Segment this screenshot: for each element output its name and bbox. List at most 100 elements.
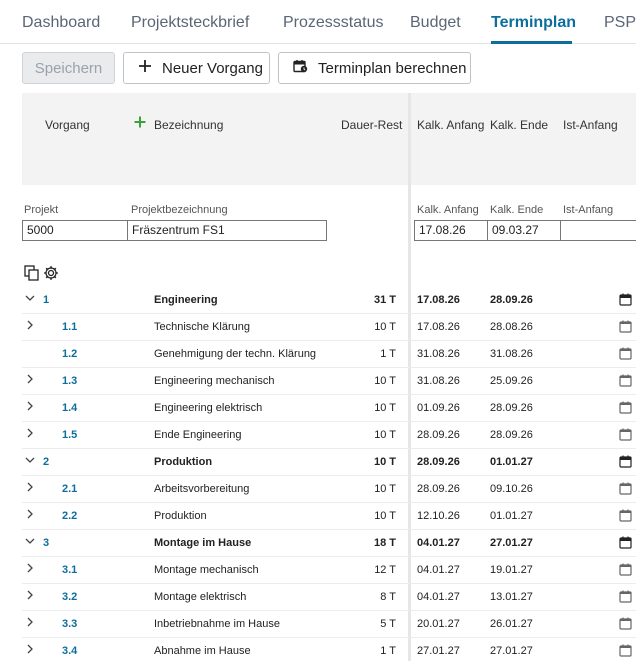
col-header-vorgang[interactable]: Vorgang (45, 118, 90, 132)
calculate-schedule-button[interactable]: Terminplan berechnen (278, 52, 471, 84)
project-ist-anfang-label: Ist-Anfang (563, 204, 614, 216)
chevron-down-icon[interactable] (25, 536, 35, 546)
col-header-kalk-ende[interactable]: Kalk. Ende (490, 118, 548, 132)
table-row[interactable]: 2.1 Arbeitsvorbereitung 10 T 28.09.26 09.10.… (22, 476, 636, 503)
col-header-ist-anfang[interactable]: Ist-Anfang (563, 118, 618, 132)
tab-terminplan[interactable]: Terminplan (491, 14, 576, 32)
row-number[interactable]: 1.5 (62, 429, 77, 441)
chevron-right-icon[interactable] (25, 428, 35, 438)
table-row[interactable]: 1.2 Genehmigung der techn. Klärung 1 T 31.0… (22, 341, 636, 368)
row-number[interactable]: 1.1 (62, 321, 77, 333)
calendar-icon[interactable] (619, 536, 633, 550)
row-kalk-ende: 28.09.26 (490, 429, 533, 441)
col-header-dauer-rest[interactable]: Dauer-Rest (341, 118, 402, 132)
chevron-down-icon[interactable] (25, 293, 35, 303)
row-number[interactable]: 3.4 (62, 645, 77, 657)
chevron-right-icon[interactable] (25, 374, 35, 384)
table-row[interactable]: 3.2 Montage elektrisch 8 T 04.01.27 13.01.27 (22, 584, 636, 611)
chevron-right-icon[interactable] (25, 482, 35, 492)
calendar-icon[interactable] (619, 455, 633, 469)
row-number[interactable]: 3.1 (62, 564, 77, 576)
table-row[interactable]: 1.3 Engineering mechanisch 10 T 31.08.26 25.… (22, 368, 636, 395)
copy-icon[interactable] (24, 265, 40, 286)
calendar-icon[interactable] (619, 644, 633, 658)
add-row-icon[interactable] (134, 116, 146, 131)
calendar-icon[interactable] (619, 428, 633, 442)
table-row[interactable]: 1 Engineering 31 T 17.08.26 28.09.26 (22, 287, 636, 314)
row-duration: 10 T (374, 510, 396, 522)
chevron-right-icon[interactable] (25, 644, 35, 654)
chevron-right-icon[interactable] (25, 563, 35, 573)
project-ist-anfang-field[interactable] (560, 220, 636, 241)
row-number[interactable]: 3.3 (62, 618, 77, 630)
chevron-right-icon[interactable] (25, 509, 35, 519)
row-name: Engineering (154, 294, 218, 306)
row-name: Montage mechanisch (154, 564, 259, 576)
calendar-icon[interactable] (619, 374, 633, 388)
row-name: Montage elektrisch (154, 591, 247, 603)
calendar-icon[interactable] (619, 563, 633, 577)
row-duration: 10 T (374, 321, 396, 333)
chevron-right-icon[interactable] (25, 320, 35, 330)
row-number[interactable]: 2 (43, 456, 49, 468)
table-row[interactable]: 3.4 Abnahme im Hause 1 T 27.01.27 27.01.27 (22, 638, 636, 661)
tab-prozessstatus[interactable]: Prozessstatus (283, 14, 383, 32)
table-row[interactable]: 1.1 Technische Klärung 10 T 17.08.26 28.08.2… (22, 314, 636, 341)
row-kalk-anfang: 04.01.27 (417, 537, 460, 549)
chevron-right-icon[interactable] (25, 401, 35, 411)
calendar-icon[interactable] (619, 590, 633, 604)
chevron-down-icon[interactable] (25, 455, 35, 465)
row-number[interactable]: 3 (43, 537, 49, 549)
calendar-icon[interactable] (619, 293, 633, 307)
col-header-bezeichnung[interactable]: Bezeichnung (154, 118, 223, 132)
chevron-right-icon[interactable] (25, 617, 35, 627)
calendar-icon[interactable] (619, 320, 633, 334)
settings-gear-icon[interactable] (43, 265, 59, 286)
row-duration: 12 T (374, 564, 396, 576)
table-row[interactable]: 1.4 Engineering elektrisch 10 T 01.09.26 28.… (22, 395, 636, 422)
table-row[interactable]: 2.2 Produktion 10 T 12.10.26 01.01.27 (22, 503, 636, 530)
tab-dashboard[interactable]: Dashboard (22, 14, 100, 32)
new-task-button-label: Neuer Vorgang (162, 59, 263, 77)
row-duration: 31 T (373, 294, 396, 306)
row-kalk-anfang: 04.01.27 (417, 591, 460, 603)
tab-psp[interactable]: PSP (604, 14, 636, 32)
new-task-button[interactable]: Neuer Vorgang (123, 52, 270, 84)
row-kalk-ende: 26.01.27 (490, 618, 533, 630)
projekt-field[interactable]: 5000 (22, 220, 128, 241)
project-kalk-ende-field[interactable]: 09.03.27 (487, 220, 561, 241)
tab-budget[interactable]: Budget (410, 14, 461, 32)
row-kalk-ende: 28.09.26 (490, 402, 533, 414)
row-number[interactable]: 1.2 (62, 348, 77, 360)
row-kalk-ende: 27.01.27 (490, 537, 533, 549)
row-number[interactable]: 2.2 (62, 510, 77, 522)
calendar-icon[interactable] (619, 347, 633, 361)
col-header-kalk-anfang[interactable]: Kalk. Anfang (417, 118, 484, 132)
row-number[interactable]: 1.4 (62, 402, 77, 414)
row-kalk-ende: 31.08.26 (490, 348, 533, 360)
row-name: Produktion (154, 510, 207, 522)
row-kalk-anfang: 31.08.26 (417, 375, 460, 387)
table-row[interactable]: 3 Montage im Hause 18 T 04.01.27 27.01.27 (22, 530, 636, 557)
calendar-icon[interactable] (619, 482, 633, 496)
row-kalk-ende: 28.09.26 (490, 294, 533, 306)
row-duration: 10 T (373, 456, 396, 468)
row-number[interactable]: 1.3 (62, 375, 77, 387)
table-row[interactable]: 2 Produktion 10 T 28.09.26 01.01.27 (22, 449, 636, 476)
calendar-icon[interactable] (619, 617, 633, 631)
tab-projektsteckbrief[interactable]: Projektsteckbrief (131, 14, 249, 32)
calendar-icon[interactable] (619, 509, 633, 523)
calendar-icon[interactable] (619, 401, 633, 415)
row-number[interactable]: 2.1 (62, 483, 77, 495)
row-number[interactable]: 1 (43, 294, 49, 306)
row-number[interactable]: 3.2 (62, 591, 77, 603)
row-duration: 10 T (374, 375, 396, 387)
row-kalk-anfang: 04.01.27 (417, 564, 460, 576)
table-row[interactable]: 1.5 Ende Engineering 10 T 28.09.26 28.09.26 (22, 422, 636, 449)
projektbezeichnung-field[interactable]: Fräszentrum FS1 (128, 220, 327, 241)
table-row[interactable]: 3.1 Montage mechanisch 12 T 04.01.27 19.01.2… (22, 557, 636, 584)
project-kalk-anfang-field[interactable]: 17.08.26 (414, 220, 488, 241)
chevron-right-icon[interactable] (25, 590, 35, 600)
save-button[interactable]: Speichern (22, 52, 115, 84)
table-row[interactable]: 3.3 Inbetriebnahme im Hause 5 T 20.01.27 26.… (22, 611, 636, 638)
